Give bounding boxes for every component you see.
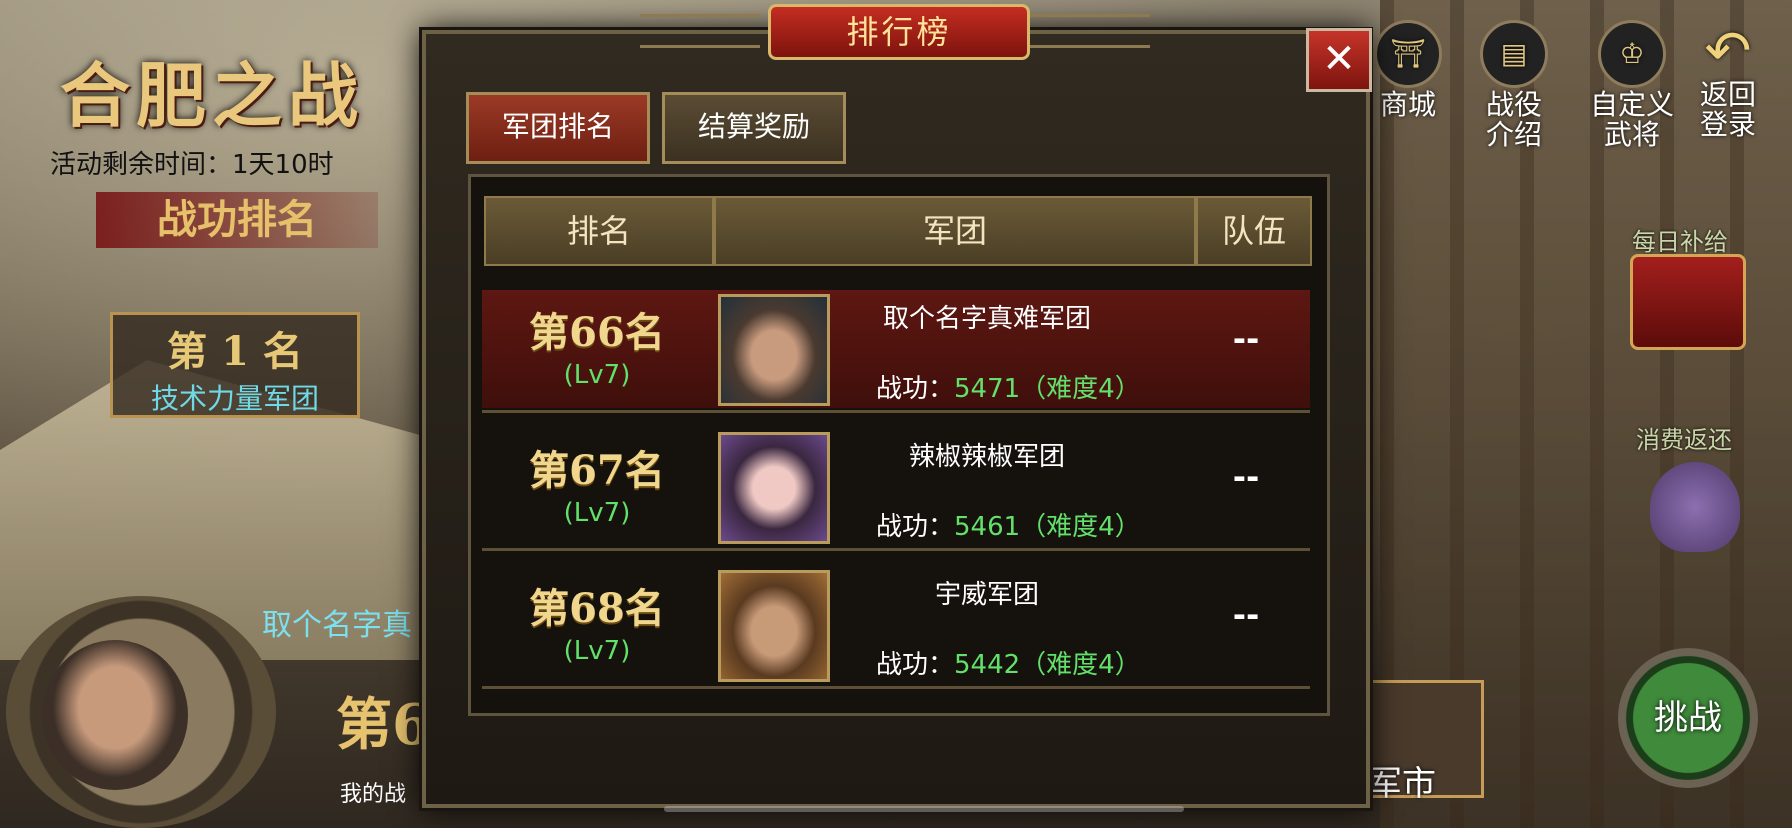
return-login-label-2: 登录 bbox=[1700, 108, 1757, 141]
merit-label: 战功： bbox=[876, 512, 955, 542]
daily-supply-chest-icon[interactable] bbox=[1630, 254, 1746, 350]
challenge-button[interactable]: 挑战 bbox=[1618, 648, 1758, 788]
row-merit: 战功：5461（难度4） bbox=[876, 506, 1141, 543]
shop-button[interactable]: ⛩ 商城 bbox=[1374, 20, 1442, 120]
battle-intro-label-2: 介绍 bbox=[1485, 118, 1542, 151]
helmet-icon: ♔ bbox=[1598, 20, 1666, 88]
column-header-squad: 队伍 bbox=[1196, 196, 1312, 266]
title-ornament-right bbox=[1030, 14, 1150, 48]
home-indicator bbox=[664, 806, 1184, 812]
tab-team-ranking[interactable]: 军团排名 bbox=[466, 92, 650, 164]
first-place-team: 技术力量军团 bbox=[150, 382, 319, 415]
row-rank: 第66名 bbox=[529, 309, 665, 356]
custom-general-button[interactable]: ♔ 自定义 武将 bbox=[1590, 20, 1674, 150]
row-divider bbox=[482, 548, 1310, 551]
row-divider bbox=[482, 686, 1310, 689]
scroll-icon: ▤ bbox=[1480, 20, 1548, 88]
team-leader-portrait[interactable] bbox=[718, 294, 830, 406]
row-merit: 战功：5442（难度4） bbox=[876, 644, 1141, 681]
custom-general-label-2: 武将 bbox=[1604, 118, 1661, 151]
merit-label: 战功： bbox=[876, 374, 955, 404]
close-button[interactable]: ✕ bbox=[1306, 28, 1372, 92]
battle-intro-label-1: 战役 bbox=[1485, 88, 1542, 121]
column-header-team: 军团 bbox=[714, 196, 1196, 266]
first-place-card[interactable]: 第 1 名 技术力量军团 bbox=[110, 312, 360, 418]
modal-title: 排行榜 bbox=[768, 4, 1030, 60]
table-row[interactable]: 第67名 (Lv7) 辣椒辣椒军团 战功：5461（难度4） -- bbox=[482, 428, 1310, 546]
row-squad: -- bbox=[1232, 320, 1260, 358]
row-level: (Lv7) bbox=[563, 360, 631, 390]
table-row[interactable]: 第68名 (Lv7) 宇威军团 战功：5442（难度4） -- bbox=[482, 566, 1310, 684]
merit-label: 战功： bbox=[876, 650, 955, 680]
column-header-rank: 排名 bbox=[484, 196, 714, 266]
my-gong-label: 我的战 bbox=[340, 782, 407, 807]
shop-icon: ⛩ bbox=[1374, 20, 1442, 88]
merit-value: 5461（难度4） bbox=[954, 512, 1141, 542]
market-label: 军市 bbox=[1368, 764, 1436, 804]
my-team-name: 取个名字真 bbox=[262, 608, 412, 643]
tab-settlement-reward[interactable]: 结算奖励 bbox=[662, 92, 846, 164]
row-squad: -- bbox=[1232, 596, 1260, 634]
row-rank: 第67名 bbox=[529, 447, 665, 494]
row-level: (Lv7) bbox=[563, 636, 631, 666]
row-merit: 战功：5471（难度4） bbox=[876, 368, 1141, 405]
row-rank: 第68名 bbox=[529, 585, 665, 632]
shop-label: 商城 bbox=[1379, 88, 1436, 121]
player-avatar[interactable] bbox=[42, 640, 188, 790]
table-row[interactable]: 第66名 (Lv7) 取个名字真难军团 战功：5471（难度4） -- bbox=[482, 290, 1310, 408]
consume-rebate-label: 消费返还 bbox=[1636, 426, 1732, 454]
title-ornament-left bbox=[640, 14, 760, 48]
event-title: 合肥之战 bbox=[60, 54, 364, 137]
my-rank: 第6 bbox=[336, 692, 431, 758]
return-login-label-1: 返回 bbox=[1700, 78, 1757, 111]
rebate-bag-icon[interactable] bbox=[1650, 462, 1740, 552]
team-leader-portrait[interactable] bbox=[718, 432, 830, 544]
daily-supply-label: 每日补给 bbox=[1632, 228, 1728, 256]
team-leader-portrait[interactable] bbox=[718, 570, 830, 682]
rank-banner[interactable]: 战功排名 bbox=[96, 192, 378, 248]
merit-value: 5471（难度4） bbox=[954, 374, 1141, 404]
row-team-name: 取个名字真难军团 bbox=[882, 304, 1091, 334]
row-team-name: 辣椒辣椒军团 bbox=[908, 442, 1065, 472]
merit-value: 5442（难度4） bbox=[954, 650, 1141, 680]
return-login-button[interactable]: ↶ 返回 登录 bbox=[1700, 24, 1756, 140]
custom-general-label-1: 自定义 bbox=[1590, 88, 1675, 121]
battle-intro-button[interactable]: ▤ 战役 介绍 bbox=[1480, 20, 1548, 150]
row-squad: -- bbox=[1232, 458, 1260, 496]
row-divider bbox=[482, 410, 1310, 413]
return-arrow-icon: ↶ bbox=[1704, 19, 1752, 84]
first-place-label: 第 1 名 bbox=[167, 328, 303, 375]
remaining-time: 活动剩余时间：1天10时 bbox=[50, 150, 334, 180]
row-team-name: 宇威军团 bbox=[934, 580, 1039, 610]
row-level: (Lv7) bbox=[563, 498, 631, 528]
